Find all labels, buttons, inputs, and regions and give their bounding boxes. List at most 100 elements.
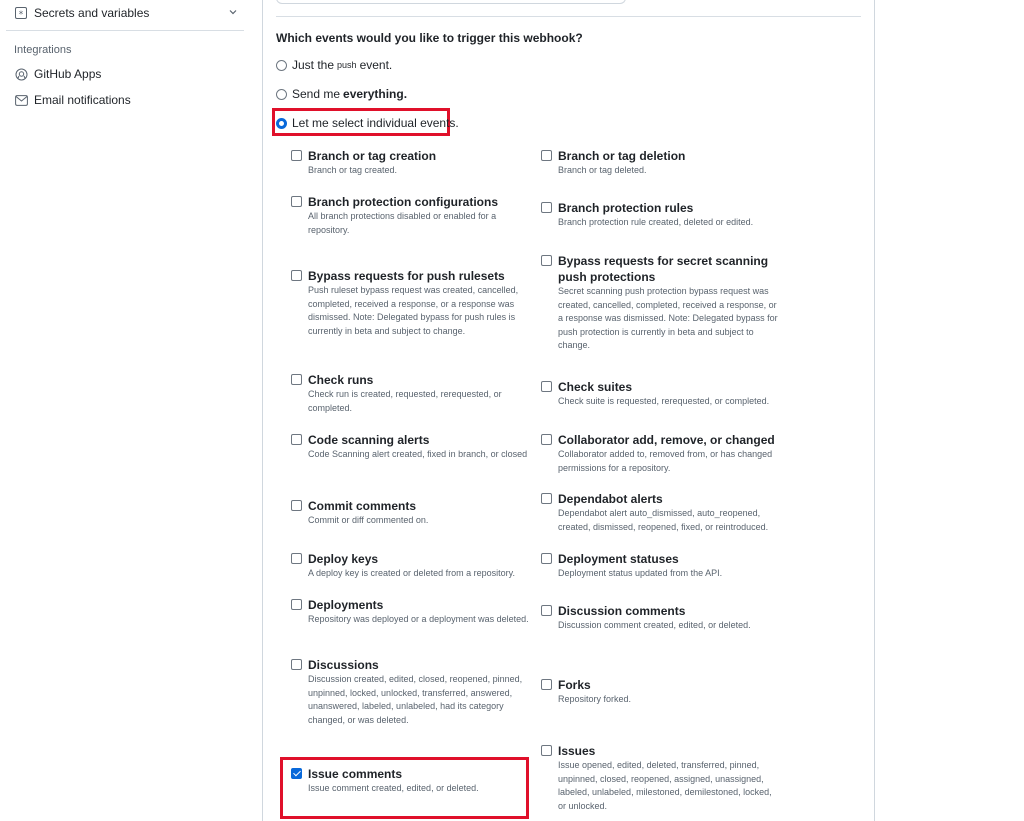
event-checkbox[interactable] bbox=[291, 434, 302, 445]
event-checkbox[interactable] bbox=[291, 270, 302, 281]
event-option[interactable]: Commit comments Commit or diff commented … bbox=[291, 498, 531, 528]
event-checkbox[interactable] bbox=[291, 374, 302, 385]
sidebar-item-secrets-and-variables[interactable]: * Secrets and variables bbox=[8, 4, 244, 22]
event-title: Deployments bbox=[308, 598, 384, 612]
sidebar-item-email-notifications[interactable]: Email notifications bbox=[8, 93, 131, 107]
event-checkbox-checked[interactable] bbox=[291, 768, 302, 779]
option-code: push bbox=[337, 60, 357, 70]
event-title-row[interactable]: Check suites bbox=[541, 379, 781, 395]
event-title: Issues bbox=[558, 744, 596, 758]
event-option[interactable]: Code scanning alerts Code Scanning alert … bbox=[291, 432, 531, 462]
radio-button[interactable] bbox=[276, 88, 287, 100]
sidebar-item-github-apps[interactable]: GitHub Apps bbox=[8, 67, 101, 81]
sidebar-heading-integrations: Integrations bbox=[14, 44, 72, 56]
event-title: Forks bbox=[558, 678, 591, 692]
event-checkbox[interactable] bbox=[291, 196, 302, 207]
event-title: Deployment statuses bbox=[558, 552, 679, 566]
event-checkbox[interactable] bbox=[541, 202, 552, 213]
event-option[interactable]: Branch or tag creation Branch or tag crea… bbox=[291, 148, 531, 178]
event-title-row[interactable]: Issues bbox=[541, 743, 781, 759]
event-title-row[interactable]: Deploy keys bbox=[291, 551, 531, 567]
radio-send-everything[interactable]: Send me everything. bbox=[276, 87, 407, 101]
event-checkbox[interactable] bbox=[541, 434, 552, 445]
payload-url-input[interactable] bbox=[276, 0, 626, 4]
event-option[interactable]: Collaborator add, remove, or changed Coll… bbox=[541, 432, 781, 475]
event-option[interactable]: Dependabot alerts Dependabot alert auto_d… bbox=[541, 491, 781, 534]
option-text: Send me bbox=[292, 87, 341, 101]
event-description: Branch or tag created. bbox=[308, 165, 398, 175]
event-title-row[interactable]: Branch protection configurations bbox=[291, 194, 531, 210]
event-checkbox[interactable] bbox=[541, 255, 552, 266]
event-checkbox[interactable] bbox=[541, 745, 552, 756]
event-option[interactable]: Branch protection configurations All bran… bbox=[291, 194, 531, 237]
event-option[interactable]: Bypass requests for push rulesets Push ru… bbox=[291, 268, 531, 338]
event-description: Check run is created, requested, rereque… bbox=[308, 389, 502, 413]
event-option[interactable]: Discussion comments Discussion comment cr… bbox=[541, 603, 781, 633]
event-title-row[interactable]: Branch or tag creation bbox=[291, 148, 531, 164]
event-title: Branch or tag creation bbox=[308, 149, 437, 163]
event-option[interactable]: Branch protection rules Branch protection… bbox=[541, 200, 781, 230]
event-title-row[interactable]: Discussions bbox=[291, 657, 531, 673]
event-checkbox[interactable] bbox=[291, 659, 302, 670]
event-title: Issue comments bbox=[308, 767, 403, 781]
event-checkbox[interactable] bbox=[291, 500, 302, 511]
content-right-border bbox=[874, 0, 875, 821]
sidebar-item-label: Email notifications bbox=[34, 93, 131, 107]
event-option[interactable]: Deployments Repository was deployed or a … bbox=[291, 597, 531, 627]
event-option[interactable]: Deployment statuses Deployment status upd… bbox=[541, 551, 781, 581]
event-description: Collaborator added to, removed from, or … bbox=[558, 449, 773, 473]
event-checkbox[interactable] bbox=[291, 150, 302, 161]
event-title: Dependabot alerts bbox=[558, 492, 663, 506]
event-title-row[interactable]: Bypass requests for push rulesets bbox=[291, 268, 531, 284]
event-option[interactable]: Branch or tag deletion Branch or tag dele… bbox=[541, 148, 781, 178]
section-divider bbox=[276, 16, 861, 17]
event-option[interactable]: Issues Issue opened, edited, deleted, tra… bbox=[541, 743, 781, 813]
event-option[interactable]: Discussions Discussion created, edited, c… bbox=[291, 657, 531, 727]
event-option[interactable]: Bypass requests for secret scanning push… bbox=[541, 253, 781, 353]
event-title-row[interactable]: Dependabot alerts bbox=[541, 491, 781, 507]
event-checkbox[interactable] bbox=[541, 553, 552, 564]
event-title-row[interactable]: Branch protection rules bbox=[541, 200, 781, 216]
event-title-row[interactable]: Discussion comments bbox=[541, 603, 781, 619]
svg-text:*: * bbox=[19, 10, 24, 19]
event-option[interactable]: Check suites Check suite is requested, re… bbox=[541, 379, 781, 409]
event-checkbox[interactable] bbox=[291, 553, 302, 564]
event-checkbox[interactable] bbox=[541, 679, 552, 690]
event-description: Repository forked. bbox=[558, 694, 632, 704]
radio-button[interactable] bbox=[276, 59, 287, 71]
event-description: Discussion created, edited, closed, reop… bbox=[308, 674, 523, 725]
event-checkbox[interactable] bbox=[541, 493, 552, 504]
chevron-down-icon[interactable] bbox=[228, 6, 238, 20]
event-title-row[interactable]: Issue comments bbox=[291, 766, 531, 782]
event-title-row[interactable]: Code scanning alerts bbox=[291, 432, 531, 448]
event-description: Discussion comment created, edited, or d… bbox=[558, 620, 751, 630]
event-description: Branch protection rule created, deleted … bbox=[558, 217, 754, 227]
event-title-row[interactable]: Bypass requests for secret scanning push… bbox=[541, 253, 781, 285]
radio-just-push[interactable]: Just the push event. bbox=[276, 58, 392, 72]
event-checkbox[interactable] bbox=[541, 150, 552, 161]
event-title-row[interactable]: Deployment statuses bbox=[541, 551, 781, 567]
event-title: Branch protection configurations bbox=[308, 195, 499, 209]
event-description: Push ruleset bypass request was created,… bbox=[308, 285, 519, 336]
event-description: Check suite is requested, rerequested, o… bbox=[558, 396, 770, 406]
event-checkbox[interactable] bbox=[291, 599, 302, 610]
event-option[interactable]: Deploy keys A deploy key is created or de… bbox=[291, 551, 531, 581]
event-title-row[interactable]: Check runs bbox=[291, 372, 531, 388]
event-title-row[interactable]: Branch or tag deletion bbox=[541, 148, 781, 164]
event-title-row[interactable]: Commit comments bbox=[291, 498, 531, 514]
event-title: Branch or tag deletion bbox=[558, 149, 686, 163]
event-description: Dependabot alert auto_dismissed, auto_re… bbox=[558, 508, 769, 532]
event-title-row[interactable]: Deployments bbox=[291, 597, 531, 613]
event-option[interactable]: Forks Repository forked. bbox=[541, 677, 781, 707]
event-description: Secret scanning push protection bypass r… bbox=[558, 286, 778, 350]
option-text: event. bbox=[359, 58, 393, 72]
event-checkbox[interactable] bbox=[541, 605, 552, 616]
radio-button-selected[interactable] bbox=[276, 117, 287, 129]
radio-select-individual[interactable]: Let me select individual events. bbox=[276, 116, 459, 130]
event-title-row[interactable]: Collaborator add, remove, or changed bbox=[541, 432, 781, 448]
event-title: Check runs bbox=[308, 373, 374, 387]
event-title-row[interactable]: Forks bbox=[541, 677, 781, 693]
event-option[interactable]: Issue comments Issue comment created, edi… bbox=[291, 766, 531, 796]
event-option[interactable]: Check runs Check run is created, requeste… bbox=[291, 372, 531, 415]
event-checkbox[interactable] bbox=[541, 381, 552, 392]
